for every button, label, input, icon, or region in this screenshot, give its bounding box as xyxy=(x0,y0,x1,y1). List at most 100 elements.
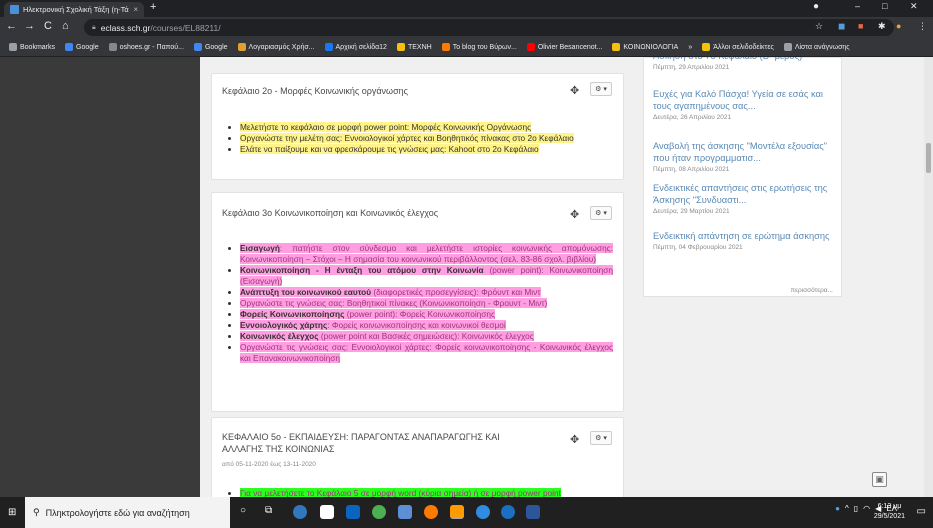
bookmark-label: To blog του Βύρων... xyxy=(452,43,517,51)
tab-close-icon[interactable]: × xyxy=(133,5,138,14)
collapse-toggle-icon[interactable]: ▣ xyxy=(872,472,887,487)
new-tab-button[interactable]: + xyxy=(150,1,156,13)
mail-icon[interactable] xyxy=(346,505,360,519)
bookmark-item[interactable]: Google xyxy=(189,43,233,51)
list-item[interactable]: Φορείς Κοινωνικοποίησης (power point): Φ… xyxy=(240,309,613,320)
page-scrollbar[interactable] xyxy=(924,57,933,497)
menu-kebab-icon[interactable]: ⋮ xyxy=(918,21,927,32)
actions-dropdown-button[interactable]: ⚙ ▾ xyxy=(590,431,612,445)
item-link-text[interactable]: : Φορείς κοινωνικοποίησης και κοινωνικοί… xyxy=(327,320,505,330)
bookmark-item[interactable]: Άλλοι σελιδοδείκτες xyxy=(697,43,779,51)
windows-start-icon[interactable]: ⊞ xyxy=(8,507,16,518)
list-item[interactable]: Οργανώστε τις γνώσεις σας: Βοηθητικοί πί… xyxy=(240,298,613,309)
extension-icon[interactable]: ■ xyxy=(858,21,863,31)
announcement-date: Πέμπτη, 04 Φεβρουαρίου 2021 xyxy=(653,244,743,251)
announcement-item[interactable]: Αναβολή της άσκησης "Μοντέλα εξουσίας" π… xyxy=(653,140,835,173)
bookmark-item[interactable]: Λογαριασμός Χρήσ... xyxy=(233,43,320,51)
back-arrow-icon[interactable]: ← xyxy=(6,20,17,32)
store-icon[interactable] xyxy=(320,505,334,519)
bookmark-item[interactable]: Google xyxy=(60,43,104,51)
url-bar[interactable]: 🔒︎ eclass.sch.gr /courses/EL88211/ xyxy=(84,19,894,36)
bookmark-item[interactable]: To blog του Βύρων... xyxy=(437,43,522,51)
announcement-title[interactable]: Αναβολή της άσκησης "Μοντέλα εξουσίας" π… xyxy=(653,140,835,164)
bookmark-item[interactable]: Bookmarks xyxy=(4,43,60,51)
wifi-icon[interactable]: ◠ xyxy=(863,504,870,513)
bookmark-star-icon[interactable]: ☆ xyxy=(815,21,823,32)
word-icon[interactable] xyxy=(526,505,540,519)
chapter-title[interactable]: ΚΕΦΑΛΑΙΟ 5ο - ΕΚΠΑΙΔΕΥΣΗ: ΠΑΡΑΓΟΝΤΑΣ ΑΝΑ… xyxy=(222,431,522,455)
tray-chevron-icon[interactable]: ^ xyxy=(845,504,849,513)
app-icon-active[interactable] xyxy=(450,505,464,519)
profile-icon[interactable]: ● xyxy=(813,1,819,12)
announcement-title[interactable]: Ενδεικτική απάντηση σε ερώτημα άσκησης xyxy=(653,230,835,242)
reload-icon[interactable]: C xyxy=(44,20,52,32)
announcement-item[interactable]: Ενδεικτικές απαντήσεις στις ερωτήσεις τη… xyxy=(653,182,835,215)
notification-icon[interactable]: ▭ xyxy=(917,506,926,517)
extensions-puzzle-icon[interactable]: ✱ xyxy=(878,21,886,32)
move-icon[interactable]: ✥ xyxy=(570,433,579,446)
cortana-icon[interactable]: ○ xyxy=(240,505,254,519)
move-icon[interactable]: ✥ xyxy=(570,84,579,97)
bookmark-item[interactable]: TEXNH xyxy=(392,43,437,51)
task-view-icon[interactable]: ⧉ xyxy=(265,505,279,519)
announcement-title[interactable]: Ευχές για Καλό Πάσχα! Υγεία σε εσάς και … xyxy=(653,88,835,112)
maximize-button[interactable]: □ xyxy=(882,1,887,11)
announcement-title[interactable]: Ενδεικτικές απαντήσεις στις ερωτήσεις τη… xyxy=(653,182,835,206)
browser-tab[interactable]: Ηλεκτρονική Σχολική Τάξη (η-Τά × xyxy=(4,2,144,17)
more-announcements-link[interactable]: περισσότερα... xyxy=(791,287,833,294)
app-icon[interactable] xyxy=(398,505,412,519)
bookmark-item[interactable]: Λίστα ανάγνωσης xyxy=(779,43,855,51)
announcement-title[interactable]: Άσκηση στο 7ο Κεφάλαιο (Β΄ μέρος) xyxy=(653,57,835,62)
forward-arrow-icon[interactable]: → xyxy=(24,20,35,32)
bookmark-item[interactable]: ΚΟΙΝΩΝΙΟΛΟΓΙΑ xyxy=(607,43,683,51)
bookmark-favicon-icon xyxy=(526,43,535,51)
list-item[interactable]: Κοινωνικός έλεγχος (power point και Βασι… xyxy=(240,331,613,342)
list-item[interactable]: Κοινωνικοποίηση - Η ένταξη του ατόμου στ… xyxy=(240,265,614,287)
bookmark-label: oshoes.gr - Παπού... xyxy=(119,43,184,51)
minimize-button[interactable]: – xyxy=(855,1,860,11)
list-item[interactable]: Εννοιολογικός χάρτης: Φορείς κοινωνικοπο… xyxy=(240,320,613,331)
item-link-text[interactable]: Οργανώστε τις γνώσεις σας: Εννοιολογικοί… xyxy=(240,342,613,363)
list-item[interactable]: Μελετήστε το κεφάλαιο σε μορφή power poi… xyxy=(240,122,613,133)
resource-list: Εισαγωγή: πατήστε στον σύνδεσμο και μελε… xyxy=(232,243,614,364)
scrollbar-thumb[interactable] xyxy=(926,143,931,173)
app-icon[interactable] xyxy=(501,505,515,519)
announcement-item[interactable]: Άσκηση στο 7ο Κεφάλαιο (Β΄ μέρος) Πέμπτη,… xyxy=(653,57,835,71)
extension-icon[interactable]: ◼ xyxy=(838,21,845,32)
firefox-icon[interactable] xyxy=(424,505,438,519)
chrome-icon[interactable] xyxy=(372,505,386,519)
battery-icon[interactable]: ▯ xyxy=(854,504,858,513)
announcement-item[interactable]: Ευχές για Καλό Πάσχα! Υγεία σε εσάς και … xyxy=(653,88,835,121)
list-item[interactable]: Για να μελετήσετε το Κεφάλαιο 5 σε μορφή… xyxy=(240,488,613,497)
item-link-text[interactable]: Οργανώστε τις γνώσεις σας: Βοηθητικοί πί… xyxy=(240,298,547,308)
item-link-text[interactable]: (διαφορετικές προσεγγίσεις): Φρόυντ και … xyxy=(371,287,540,297)
list-item[interactable]: Ελάτε να παίξουμε και να φρεσκάρουμε τις… xyxy=(240,144,613,155)
list-item[interactable]: Οργανώστε τις γνώσεις σας: Εννοιολογικοί… xyxy=(240,342,613,364)
announcement-item[interactable]: Ενδεικτική απάντηση σε ερώτημα άσκησης Πέ… xyxy=(653,230,835,251)
bookmark-item[interactable]: Olivier Besancenot... xyxy=(522,43,608,51)
list-item[interactable]: Εισαγωγή: πατήστε στον σύνδεσμο και μελε… xyxy=(240,243,613,265)
avatar[interactable]: ● xyxy=(896,21,901,31)
bookmark-label: Λίστα ανάγνωσης xyxy=(794,43,850,51)
home-icon[interactable]: ⌂ xyxy=(62,20,69,32)
chapter-title[interactable]: Κεφάλαιο 3ο Κοινωνικοποίηση και Κοινωνικ… xyxy=(222,207,438,219)
bookmark-item[interactable]: » xyxy=(683,44,697,51)
actions-dropdown-button[interactable]: ⚙ ▾ xyxy=(590,82,612,96)
list-item[interactable]: Ανάπτυξη του κοινωνικού εαυτού (διαφορετ… xyxy=(240,287,613,298)
actions-dropdown-button[interactable]: ⚙ ▾ xyxy=(590,206,612,220)
item-link-text[interactable]: (power point): Φορείς Κοινωνικοποίησης xyxy=(344,309,495,319)
taskbar-clock[interactable]: 6:13 μμ 29/5/2021 xyxy=(874,502,905,522)
move-icon[interactable]: ✥ xyxy=(570,208,579,221)
skype-icon[interactable] xyxy=(476,505,490,519)
bookmark-item[interactable]: oshoes.gr - Παπού... xyxy=(104,43,189,51)
chapter-date-range: από 05-11-2020 έως 13-11-2020 xyxy=(222,461,316,468)
item-link-text[interactable]: : πατήστε στον σύνδεσμο και μελετήστε ισ… xyxy=(240,243,613,264)
list-item[interactable]: Οργανώστε την μελέτη σας: Εννοιολογικοί … xyxy=(240,133,613,144)
tray-app-icon[interactable]: ● xyxy=(835,504,840,513)
taskbar-search-box[interactable]: ⚲ Πληκτρολογήστε εδώ για αναζήτηση xyxy=(25,497,230,528)
chapter-title[interactable]: Κεφάλαιο 2ο - Μορφές Κοινωνικής οργάνωση… xyxy=(222,85,408,97)
item-link-text[interactable]: (power point και Βασικές σημειώσεις): Κο… xyxy=(319,331,534,341)
edge-icon[interactable] xyxy=(293,505,307,519)
bookmark-item[interactable]: Αρχική σελίδα12 xyxy=(320,43,392,51)
close-window-button[interactable]: ✕ xyxy=(910,1,918,12)
